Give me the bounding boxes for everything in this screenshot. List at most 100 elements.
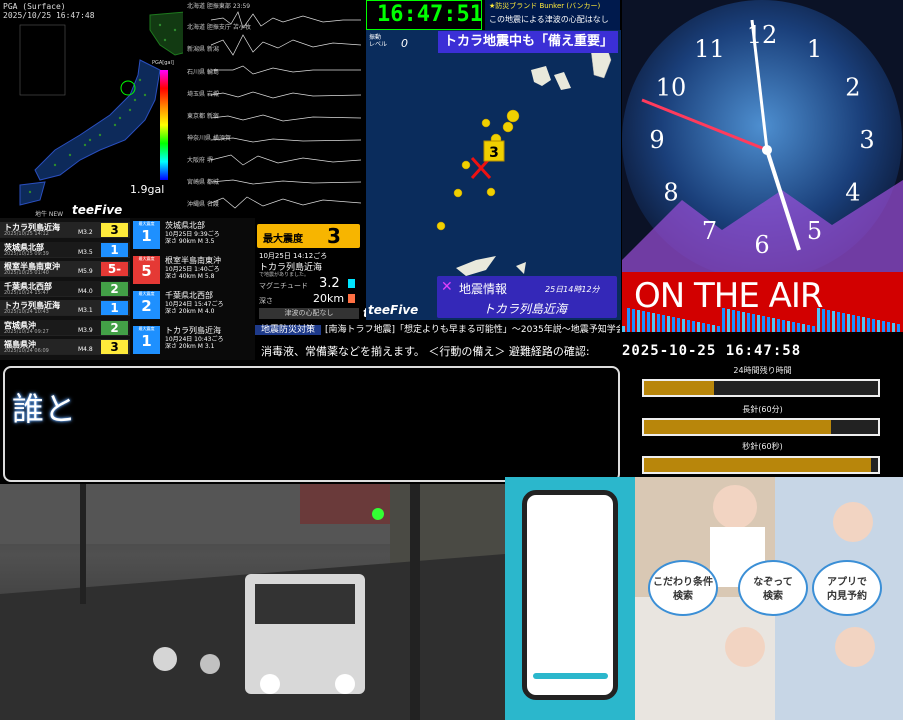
- eq-bar: [837, 312, 840, 332]
- eq-bar: [782, 320, 785, 332]
- quake-mag: M4.0: [78, 287, 93, 295]
- eq-bar: [627, 308, 630, 332]
- pga-color-scale: [160, 70, 168, 180]
- eq-bar: [832, 311, 835, 332]
- detail-intensity-box: 最大震度 2: [133, 291, 160, 319]
- detail-intensity-box: 最大震度 1: [133, 326, 160, 354]
- detail-text: 茨城県北部 10月25日 9:39ごろ 深さ 90km M 3.5: [165, 221, 220, 246]
- station-label: 東京都 新宿: [187, 113, 219, 120]
- eq-bar: [722, 308, 725, 332]
- quake-date: 2025/10/25 14:12: [4, 231, 49, 237]
- max-note: で地震がありました。: [259, 272, 310, 278]
- clock-number: 4: [845, 179, 860, 207]
- date-display: 2025-10-25 16:47:58: [622, 343, 802, 359]
- ticker-text: [南海トラフ地震]「想定よりも早まる可能性」〜2035年説〜地震予知学会: [325, 325, 620, 335]
- eq-bar: [647, 312, 650, 332]
- japan-map: [19, 11, 201, 206]
- detail-intensity: 1: [141, 227, 152, 245]
- news-ticker-bottom: 消毒液、常備薬などを揃えます。 ＜行動の備え＞ 避難経路の確認:: [255, 340, 621, 364]
- detail-area: 根室半島南東沖: [165, 256, 221, 265]
- quake-mag: M5.9: [78, 268, 93, 275]
- detail-time: 10月25日 1:40ごろ: [165, 266, 220, 273]
- station-label: 新潟県 新潟: [187, 46, 219, 53]
- eq-bar: [872, 319, 875, 332]
- phone-button: [533, 673, 608, 679]
- quake-intensity-badge: 2: [101, 320, 128, 335]
- eq-bar: [662, 315, 665, 332]
- clock-number: 1: [807, 35, 822, 63]
- detail-text: 根室半島南東沖 10月25日 1:40ごろ 深さ 40km M 5.8: [165, 256, 221, 281]
- quake-info-card: ✕ 地震情報 25日14時12分 トカラ列島近海: [437, 276, 617, 318]
- street-camera-feed: [0, 484, 505, 720]
- eq-bar: [692, 321, 695, 332]
- eq-bar: [867, 318, 870, 332]
- max-intensity-badge: 最大震度 3: [257, 224, 360, 248]
- mag-label: マグニチュード: [259, 282, 308, 290]
- eq-bar: [817, 308, 820, 332]
- eq-bar: [632, 309, 635, 332]
- eq-bar: [822, 309, 825, 332]
- eq-bar: [672, 317, 675, 332]
- quake-list-item: トカラ列島近海 2025/10/24 10:43 M3.1 1: [0, 300, 130, 316]
- quake-date: 2025/10/24 09:27: [4, 328, 49, 335]
- quake-mag: M3.5: [78, 248, 93, 256]
- scale-label: PGA[gal]: [152, 60, 174, 66]
- mag-value: 3.2: [319, 276, 340, 291]
- eq-bar: [737, 311, 740, 332]
- eq-bar: [882, 321, 885, 332]
- chat-box: [3, 366, 620, 482]
- warning-banner: トカラ地震中も「備え重要」: [438, 31, 618, 53]
- eq-bar: [777, 319, 780, 332]
- detail-area: 茨城県北部: [165, 221, 205, 230]
- quake-list-item: 宮城県沖 2025/10/24 09:27 M3.9 2: [0, 319, 130, 336]
- detail-intensity: 2: [141, 297, 152, 315]
- clock-number: 7: [702, 217, 717, 245]
- phone-mockup: [522, 490, 618, 700]
- eq-bar: [852, 315, 855, 332]
- detail-area: トカラ列島近海: [165, 326, 221, 335]
- clock-number: 10: [656, 74, 687, 102]
- quake-list-item: 福島県沖 2025/10/24 06:09 M4.8 3: [0, 339, 130, 355]
- eq-bar: [807, 325, 810, 332]
- news-ticker-top: 地震防災対策 [南海トラフ地震]「想定よりも早まる可能性」〜2035年説〜地震予知…: [255, 320, 620, 340]
- detail-intensity-box: 最大震度 5: [133, 256, 160, 284]
- seismic-map-panel: PGA (Surface) 2025/10/25 16:47:48 PGA[ga…: [0, 0, 213, 218]
- progress-bar-24h: [642, 379, 880, 397]
- quake-mag: M4.8: [78, 346, 93, 353]
- eq-bar: [772, 318, 775, 332]
- detail-text: トカラ列島近海 10月24日 10:43ごろ 深さ 20km M 3.1: [165, 326, 223, 351]
- digital-clock: 16:47:51: [377, 2, 483, 27]
- quake-intensity-badge: 1: [101, 242, 128, 257]
- quake-intensity-badge: 5-: [101, 262, 128, 276]
- eq-bar: [842, 313, 845, 332]
- bar-label-second: 秒針(60秒): [742, 442, 783, 451]
- ad-bubble-1: こだわり条件 検索: [648, 560, 718, 616]
- pga-title: PGA (Surface) 2025/10/25 16:47:48: [3, 2, 95, 20]
- quake-list-item: トカラ列島近海 2025/10/25 14:12 M3.2 3: [0, 222, 130, 238]
- eq-bar: [657, 314, 660, 332]
- eq-bar: [897, 324, 900, 332]
- bar-label-minute: 長針(60分): [742, 405, 783, 414]
- station-label: 埼玉県 岩槻: [187, 91, 219, 98]
- quake-list-item: 茨城県北部 2025/10/25 09:39 M3.5 1: [0, 241, 130, 258]
- quake-intensity-badge: 1: [101, 301, 128, 315]
- gal-value: 1.9gal: [130, 183, 165, 196]
- ad-bubble-2: なぞって 検索: [738, 560, 808, 616]
- quake-list-item: 根室半島南東沖 2025/10/25 01:40 M5.9 5-: [0, 261, 130, 277]
- info-area: トカラ列島近海: [483, 302, 568, 316]
- quake-date: 2025/10/24 15:47: [4, 289, 49, 296]
- eq-bar: [667, 316, 670, 332]
- eq-bar: [682, 319, 685, 332]
- station-label: 北海道 胆振支庁 苫小牧: [187, 24, 251, 31]
- ticker-text-2: 消毒液、常備薬などを揃えます。 ＜行動の備え＞ 避難経路の確認:: [261, 345, 590, 358]
- clock-number: 5: [807, 217, 822, 245]
- detail-intensity-box: 最大震度 1: [133, 221, 160, 249]
- bar-label-24h: 24時間残り時間: [733, 366, 792, 375]
- eq-bar: [712, 325, 715, 332]
- eq-bar: [652, 313, 655, 332]
- eq-bar: [727, 309, 730, 332]
- info-title: 地震情報: [459, 282, 508, 296]
- sponsor-title: ★防災ブランド Bunker (バンカー): [489, 2, 601, 10]
- eq-bar: [707, 324, 710, 332]
- eq-bar: [792, 322, 795, 332]
